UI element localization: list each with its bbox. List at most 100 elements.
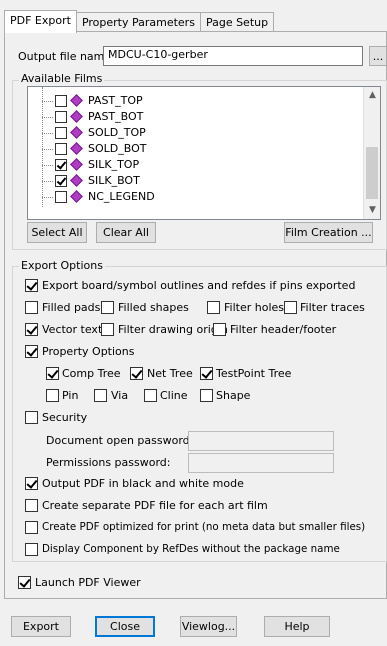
film-item[interactable]: NC_LEGEND xyxy=(28,189,364,205)
filter-drawing-origin-checkbox[interactable] xyxy=(101,323,114,336)
filter-holes-label: Filter holes xyxy=(224,301,284,314)
property-options-label: Property Options xyxy=(42,345,135,358)
filled-pads-checkbox[interactable] xyxy=(25,301,38,314)
film-checkbox[interactable] xyxy=(55,111,67,123)
tree-connector xyxy=(42,133,53,134)
filter-traces-checkbox[interactable] xyxy=(284,301,297,314)
testpoint-tree-label: TestPoint Tree xyxy=(216,367,292,380)
shape-label: Shape xyxy=(216,389,251,402)
permissions-password-label: Permissions password: xyxy=(46,456,171,469)
clear-all-button[interactable]: Clear All xyxy=(96,222,156,243)
tree-connector xyxy=(42,101,53,102)
testpoint-tree-checkbox[interactable] xyxy=(200,367,213,380)
tab-property-parameters[interactable]: Property Parameters xyxy=(75,12,201,33)
film-icon xyxy=(70,126,83,139)
filled-shapes-checkbox[interactable] xyxy=(101,301,114,314)
scroll-up-icon[interactable]: ▲ xyxy=(364,87,380,104)
film-label: PAST_BOT xyxy=(88,110,144,123)
film-label: SOLD_TOP xyxy=(88,126,146,139)
film-label: SILK_TOP xyxy=(88,158,140,171)
comp-tree-label: Comp Tree xyxy=(62,367,121,380)
help-button[interactable]: Help xyxy=(264,616,330,637)
film-icon xyxy=(70,174,83,187)
display-refdes-label: Display Component by RefDes without the … xyxy=(42,543,340,555)
via-checkbox[interactable] xyxy=(94,389,107,402)
security-label: Security xyxy=(42,411,88,424)
cline-label: Cline xyxy=(160,389,188,402)
film-checkbox[interactable] xyxy=(55,127,67,139)
filter-holes-checkbox[interactable] xyxy=(207,301,220,314)
tree-connector xyxy=(42,165,53,166)
films-tree[interactable]: PAST_TOP PAST_BOT SOLD_TOP SOLD_BOT SILK… xyxy=(27,86,381,220)
shape-checkbox[interactable] xyxy=(200,389,213,402)
net-tree-checkbox[interactable] xyxy=(130,367,143,380)
via-label: Via xyxy=(111,389,129,402)
film-item[interactable]: SOLD_BOT xyxy=(28,141,364,157)
display-refdes-checkbox[interactable] xyxy=(25,543,38,556)
export-button[interactable]: Export xyxy=(11,616,71,637)
property-options-checkbox[interactable] xyxy=(25,345,38,358)
output-file-input[interactable]: MDCU-C10-gerber xyxy=(103,46,363,66)
optimized-print-checkbox[interactable] xyxy=(25,521,38,534)
comp-tree-checkbox[interactable] xyxy=(46,367,59,380)
security-checkbox[interactable] xyxy=(25,411,38,424)
filter-header-footer-checkbox[interactable] xyxy=(213,323,226,336)
close-button[interactable]: Close xyxy=(95,616,155,637)
vector-text-checkbox[interactable] xyxy=(25,323,38,336)
tree-connector xyxy=(42,181,53,182)
film-item[interactable]: PAST_TOP xyxy=(28,93,364,109)
tab-pdf-export[interactable]: PDF Export xyxy=(4,10,77,33)
doc-open-password-input[interactable] xyxy=(188,431,334,451)
film-checkbox[interactable] xyxy=(55,159,67,171)
browse-button[interactable]: ... xyxy=(369,46,387,66)
tree-connector xyxy=(42,117,53,118)
filter-drawing-origin-label: Filter drawing origin xyxy=(118,323,228,336)
tab-page-setup[interactable]: Page Setup xyxy=(199,12,275,33)
film-checkbox[interactable] xyxy=(55,95,67,107)
separate-pdf-checkbox[interactable] xyxy=(25,499,38,512)
film-label: SOLD_BOT xyxy=(88,142,147,155)
black-white-checkbox[interactable] xyxy=(25,477,38,490)
film-icon xyxy=(70,190,83,203)
cline-checkbox[interactable] xyxy=(144,389,157,402)
optimized-print-label: Create PDF optimized for print (no meta … xyxy=(42,521,366,533)
films-scrollbar[interactable]: ▲ ▼ xyxy=(363,87,380,219)
launch-viewer-checkbox[interactable] xyxy=(18,576,31,589)
film-item[interactable]: SILK_BOT xyxy=(28,173,364,189)
film-creation-button[interactable]: Film Creation ... xyxy=(284,222,373,243)
doc-open-password-label: Document open password: xyxy=(46,434,194,447)
separate-pdf-label: Create separate PDF file for each art fi… xyxy=(42,499,268,512)
film-icon xyxy=(70,158,83,171)
film-checkbox[interactable] xyxy=(55,175,67,187)
viewlog-button[interactable]: Viewlog... xyxy=(180,616,237,637)
permissions-password-input[interactable] xyxy=(188,453,334,473)
tree-connector xyxy=(42,197,53,198)
filter-header-footer-label: Filter header/footer xyxy=(230,323,337,336)
pin-label: Pin xyxy=(62,389,79,402)
export-options-title: Export Options xyxy=(19,259,105,272)
net-tree-label: Net Tree xyxy=(147,367,193,380)
available-films-title: Available Films xyxy=(19,72,105,85)
launch-viewer-label: Launch PDF Viewer xyxy=(35,576,141,589)
black-white-label: Output PDF in black and white mode xyxy=(42,477,244,490)
select-all-button[interactable]: Select All xyxy=(27,222,87,243)
film-icon xyxy=(70,142,83,155)
film-icon xyxy=(70,94,83,107)
filter-traces-label: Filter traces xyxy=(300,301,365,314)
tab-bar: PDF Export Property Parameters Page Setu… xyxy=(4,10,275,33)
scroll-down-icon[interactable]: ▼ xyxy=(364,202,380,219)
film-item[interactable]: PAST_BOT xyxy=(28,109,364,125)
film-item[interactable]: SILK_TOP xyxy=(28,157,364,173)
film-item[interactable]: SOLD_TOP xyxy=(28,125,364,141)
export-outlines-checkbox[interactable] xyxy=(25,279,38,292)
film-label: PAST_TOP xyxy=(88,94,143,107)
film-checkbox[interactable] xyxy=(55,191,67,203)
film-icon xyxy=(70,110,83,123)
pin-checkbox[interactable] xyxy=(46,389,59,402)
vector-text-label: Vector text xyxy=(42,323,103,336)
scroll-thumb[interactable] xyxy=(366,147,378,199)
tree-connector xyxy=(42,149,53,150)
filled-shapes-label: Filled shapes xyxy=(118,301,189,314)
film-checkbox[interactable] xyxy=(55,143,67,155)
film-label: NC_LEGEND xyxy=(88,190,155,203)
